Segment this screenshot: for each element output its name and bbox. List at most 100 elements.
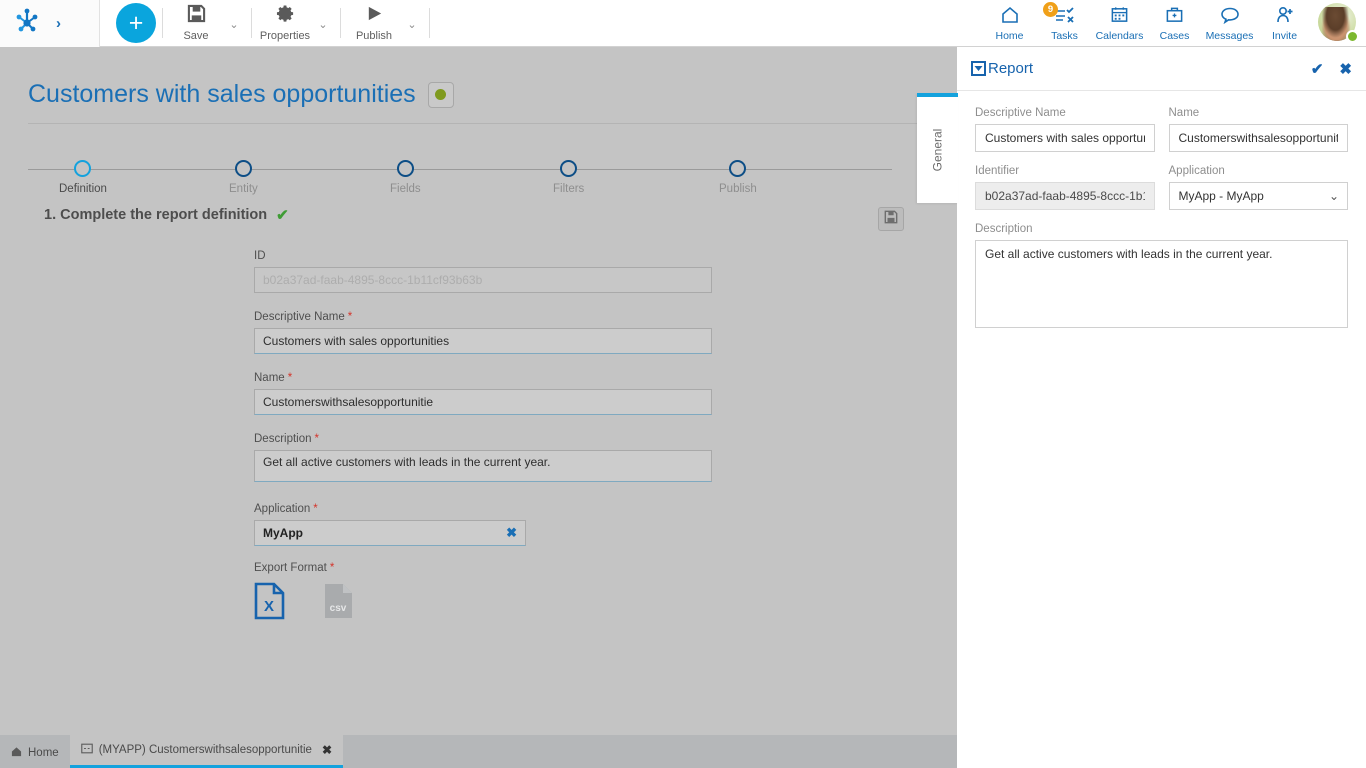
panel-application-select[interactable]: MyApp - MyApp	[1168, 182, 1348, 210]
field-id: ID	[254, 250, 957, 293]
section-title: 1. Complete the report definition ✔	[44, 206, 957, 224]
panel-field-identifier: Identifier	[975, 165, 1155, 210]
panel-descriptive-name-input[interactable]	[975, 124, 1155, 152]
molecule-logo-icon[interactable]	[12, 6, 42, 41]
main-content: Customers with sales opportunities Defin…	[0, 47, 957, 735]
panel-confirm-button[interactable]: ✔	[1311, 60, 1324, 78]
step-entity[interactable]: Entity	[229, 160, 258, 195]
toolbar-left-group: + Save ⌄ Properties ⌄ Publish ⌄	[100, 0, 436, 47]
properties-button[interactable]: Properties	[258, 1, 312, 45]
required-mark: *	[347, 311, 353, 323]
id-input	[254, 267, 712, 293]
home-icon	[1000, 5, 1020, 29]
csv-file-icon[interactable]: csv	[323, 582, 354, 625]
properties-dropdown-chevron-icon[interactable]: ⌄	[312, 16, 334, 31]
add-button[interactable]: +	[116, 3, 156, 43]
publish-button[interactable]: Publish	[347, 1, 401, 45]
save-dropdown-chevron-icon[interactable]: ⌄	[223, 16, 245, 31]
required-mark: *	[314, 433, 320, 445]
step-label: Entity	[229, 183, 258, 195]
nav-cases[interactable]: Cases	[1147, 1, 1202, 46]
svg-text:csv: csv	[330, 603, 347, 614]
stepper-save-button[interactable]	[878, 207, 904, 231]
panel-actions: ✔ ✖	[1311, 60, 1352, 78]
panel-identifier-label: Identifier	[975, 165, 1020, 177]
label-text: Descriptive Name	[254, 311, 345, 323]
field-id-label: ID	[254, 250, 266, 262]
step-definition[interactable]: Definition	[59, 160, 107, 195]
toolbar-right-group: Home 9 Tasks Calendars Cases Messages In…	[982, 0, 1366, 47]
step-label: Fields	[390, 183, 421, 195]
panel-field-name: Name	[1168, 107, 1348, 152]
publish-label: Publish	[355, 30, 393, 42]
panel-body: Descriptive Name Name Identifier Applica…	[957, 91, 1366, 333]
step-circle-icon	[560, 160, 578, 177]
taskbar-tab-close-icon[interactable]: ✖	[322, 743, 332, 757]
panel-field-application: Application MyApp - MyApp ⌄	[1168, 165, 1348, 210]
descriptive-name-input[interactable]	[254, 328, 712, 354]
stepper-line	[28, 169, 892, 170]
panel-row-identifier-application: Identifier Application MyApp - MyApp ⌄	[975, 165, 1348, 210]
wizard-stepper: Definition Entity Fields Filters Publish	[0, 146, 957, 196]
field-description: Description *	[254, 433, 957, 487]
panel-description-textarea[interactable]	[975, 240, 1348, 328]
field-name-label: Name *	[254, 372, 957, 384]
save-button[interactable]: Save	[169, 1, 223, 45]
application-value: MyApp	[263, 526, 303, 540]
taskbar-tab-home-label: Home	[28, 747, 59, 759]
field-description-label: Description *	[254, 433, 957, 445]
label-text: Description	[254, 433, 312, 445]
excel-file-icon[interactable]: X	[254, 582, 285, 625]
panel-descriptive-name-label: Descriptive Name	[975, 107, 1066, 119]
status-badge[interactable]	[427, 81, 454, 108]
section-title-text: 1. Complete the report definition	[44, 207, 268, 223]
step-circle-icon	[729, 160, 747, 177]
required-mark: *	[329, 562, 335, 574]
title-divider	[28, 123, 928, 124]
step-fields[interactable]: Fields	[390, 160, 421, 195]
nav-tasks-label: Tasks	[1051, 29, 1078, 42]
application-select[interactable]: MyApp ✖	[254, 520, 526, 546]
field-application-label: Application *	[254, 503, 957, 515]
avatar[interactable]	[1318, 3, 1359, 43]
tasks-badge: 9	[1043, 1, 1058, 17]
clear-icon[interactable]: ✖	[506, 525, 517, 541]
side-tab-general[interactable]: General	[917, 93, 958, 203]
description-textarea[interactable]	[254, 450, 712, 482]
report-definition-form: 1. Complete the report definition ✔ ID D…	[0, 196, 957, 625]
window-small-icon	[80, 743, 93, 757]
nav-calendars[interactable]: Calendars	[1092, 1, 1147, 46]
taskbar-tab-home[interactable]: Home	[0, 738, 70, 768]
step-publish[interactable]: Publish	[719, 160, 757, 195]
step-filters[interactable]: Filters	[553, 160, 584, 195]
name-input[interactable]	[254, 389, 712, 415]
nav-tasks[interactable]: 9 Tasks	[1037, 1, 1092, 46]
person-plus-icon	[1275, 5, 1295, 29]
page-title: Customers with sales opportunities	[28, 80, 416, 108]
nav-invite[interactable]: Invite	[1257, 1, 1312, 46]
label-text: Application	[254, 503, 311, 515]
panel-application-select-wrap: MyApp - MyApp ⌄	[1168, 182, 1348, 210]
panel-field-description: Description	[975, 223, 1348, 333]
toolbar-divider	[340, 8, 341, 38]
nav-home[interactable]: Home	[982, 1, 1037, 46]
panel-header: Report ✔ ✖	[957, 47, 1366, 91]
report-properties-panel: Report ✔ ✖ Descriptive Name Name Identif…	[957, 47, 1366, 768]
panel-identifier-input	[975, 182, 1155, 210]
status-dot-icon	[435, 89, 447, 100]
taskbar-tab-report[interactable]: (MYAPP) Customerswithsalesopportunitie ✖	[69, 735, 344, 768]
home-small-icon	[11, 746, 22, 760]
panel-name-label: Name	[1168, 107, 1200, 119]
step-label: Definition	[59, 183, 107, 195]
nav-messages[interactable]: Messages	[1202, 1, 1257, 46]
save-disk-icon	[187, 4, 206, 28]
panel-close-button[interactable]: ✖	[1339, 60, 1352, 78]
panel-name-input[interactable]	[1168, 124, 1348, 152]
publish-dropdown-chevron-icon[interactable]: ⌄	[401, 16, 423, 31]
panel-application-label: Application	[1168, 165, 1225, 177]
expand-chevron-icon[interactable]: ›	[56, 15, 61, 32]
nav-messages-label: Messages	[1205, 29, 1254, 42]
required-mark: *	[313, 503, 318, 515]
page-title-row: Customers with sales opportunities	[0, 47, 957, 109]
step-circle-icon	[396, 160, 414, 177]
